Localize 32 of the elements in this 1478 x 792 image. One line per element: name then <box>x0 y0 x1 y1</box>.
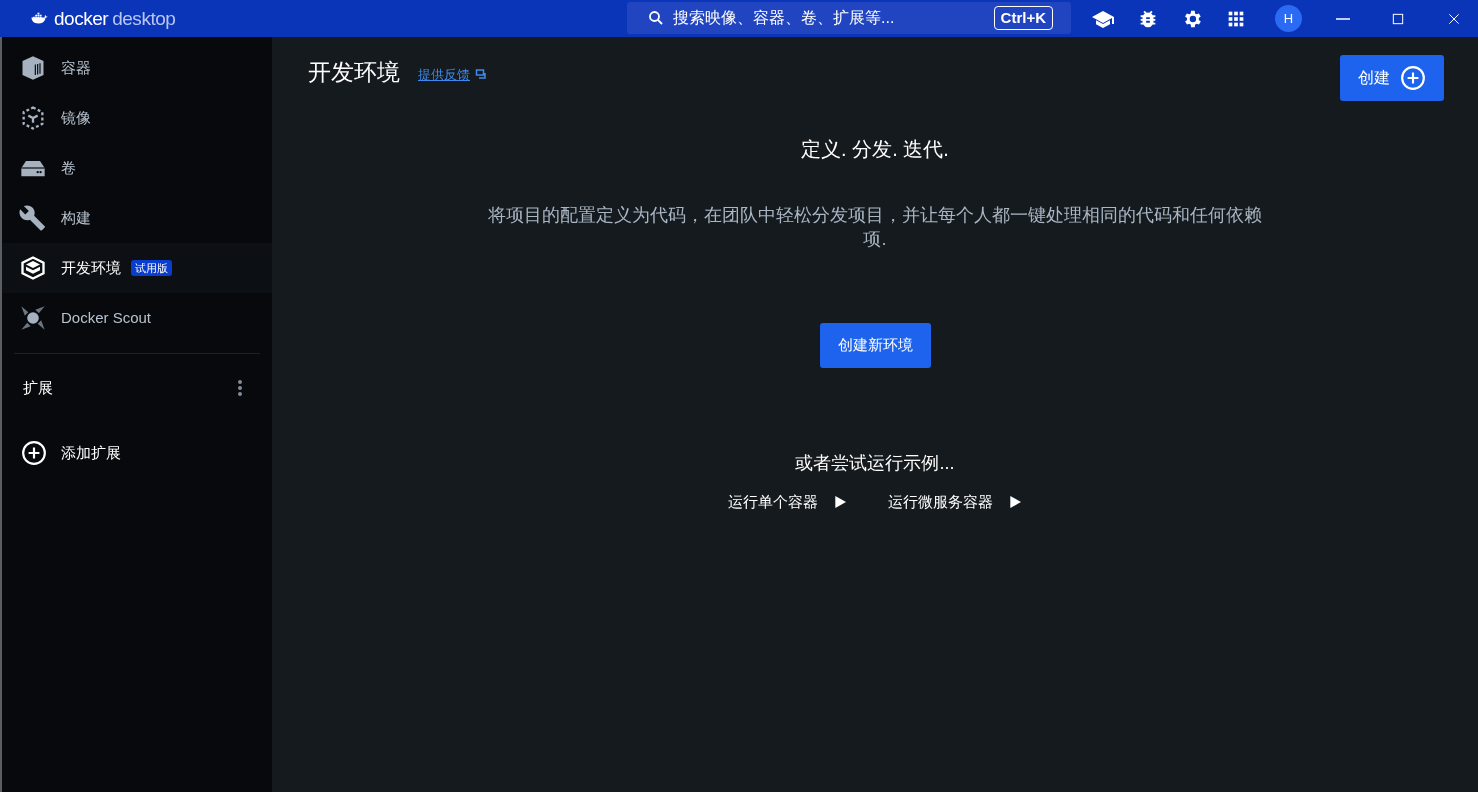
shortcut-key: Ctrl+K <box>993 5 1053 30</box>
chat-icon <box>475 68 487 81</box>
create-environment-button[interactable]: 创建新环境 <box>819 323 931 368</box>
sample-link[interactable]: 运行微服务容器 <box>887 491 1023 514</box>
product-name: desktop <box>112 9 176 28</box>
search-input[interactable]: 搜索映像、容器、卷、扩展等... <box>673 5 986 30</box>
sidebar-item[interactable]: 开发环境 试用版 <box>2 243 272 293</box>
plus-circle-icon <box>1400 65 1426 91</box>
avatar[interactable]: H <box>1275 5 1302 32</box>
sample-link[interactable]: 运行单个容器 <box>727 491 848 514</box>
section-heading: 扩展 <box>23 377 53 398</box>
create-button[interactable]: 创建 <box>1340 55 1444 101</box>
minimize-icon <box>1336 17 1350 20</box>
radar-icon <box>19 304 47 332</box>
sidebar-item[interactable]: 镜像 <box>2 93 272 143</box>
sidebar-item[interactable]: 容器 <box>2 43 272 93</box>
add-extension-item[interactable]: 添加扩展 <box>2 428 272 478</box>
wrench-icon <box>19 204 47 232</box>
sidebar-item[interactable]: 构建 <box>2 193 272 243</box>
samples-heading: 或者尝试运行示例... <box>795 452 955 475</box>
sidebar-item[interactable]: 卷 <box>2 143 272 193</box>
sidebar-item[interactable]: Docker Scout <box>2 293 272 343</box>
description-text: 将项目的配置定义为代码，在团队中轻松分发项目，并让每个人都一键处理相同的代码和任何依赖项. <box>487 204 1263 251</box>
layered-box-icon <box>19 254 47 282</box>
plus-circle-icon <box>21 440 47 466</box>
page-title: 开发环境 <box>308 58 400 87</box>
trial-badge: 试用版 <box>131 260 172 276</box>
search-icon <box>647 8 665 27</box>
section-heading: 定义. 分发. 迭代. <box>801 137 949 162</box>
search-field[interactable]: 搜索映像、容器、卷、扩展等... Ctrl+K <box>627 1 1071 34</box>
more-options-icon[interactable] <box>238 380 242 396</box>
brand-name: docker <box>54 9 109 28</box>
